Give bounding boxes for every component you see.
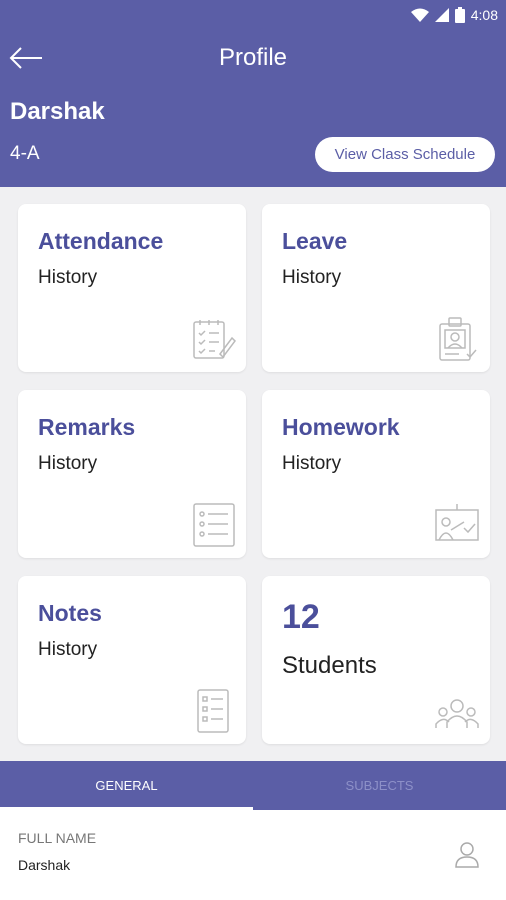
user-name: Darshak — [10, 98, 105, 125]
user-class: 4-A — [10, 143, 40, 164]
full-name-row: FULL NAME Darshak — [0, 810, 506, 900]
students-group-icon — [435, 699, 479, 728]
page-title: Profile — [218, 44, 288, 71]
remarks-history-card[interactable]: Remarks History — [18, 390, 246, 558]
leave-history-card[interactable]: Leave History — [262, 204, 490, 372]
profile-tabs: GENERAL SUBJECTS — [0, 761, 506, 810]
students-label: Students — [282, 652, 377, 679]
person-icon — [455, 842, 479, 868]
card-title: Leave — [282, 228, 348, 254]
notes-icon — [197, 689, 229, 733]
checklist-icon — [193, 503, 235, 547]
attendance-icon — [193, 320, 236, 359]
students-count: 12 — [282, 598, 320, 636]
card-title: Remarks — [38, 414, 136, 440]
card-title: Homework — [282, 414, 400, 440]
card-subtitle: History — [38, 453, 98, 474]
homework-history-card[interactable]: Homework History — [262, 390, 490, 558]
status-bar: 4:08 — [410, 4, 498, 26]
card-subtitle: History — [38, 267, 98, 288]
tab-subjects[interactable]: SUBJECTS — [253, 761, 506, 810]
presentation-icon — [435, 504, 479, 541]
signal-icon — [434, 8, 449, 22]
card-title: Notes — [38, 600, 102, 626]
card-subtitle: History — [282, 453, 342, 474]
students-count-card[interactable]: 12 Students — [262, 576, 490, 744]
id-card-icon — [439, 317, 477, 361]
card-title: Attendance — [38, 228, 164, 254]
attendance-history-card[interactable]: Attendance History — [18, 204, 246, 372]
wifi-icon — [410, 8, 429, 22]
status-time: 4:08 — [470, 7, 498, 23]
battery-icon — [454, 7, 465, 23]
app-header: 4:08 Profile Darshak 4-A View Class Sche… — [0, 0, 506, 187]
view-class-schedule-button[interactable]: View Class Schedule — [315, 137, 495, 172]
card-subtitle: History — [38, 639, 98, 660]
tab-general[interactable]: GENERAL — [0, 761, 253, 810]
card-subtitle: History — [282, 267, 342, 288]
full-name-label: FULL NAME — [18, 830, 97, 846]
notes-history-card[interactable]: Notes History — [18, 576, 246, 744]
full-name-value: Darshak — [18, 857, 71, 873]
